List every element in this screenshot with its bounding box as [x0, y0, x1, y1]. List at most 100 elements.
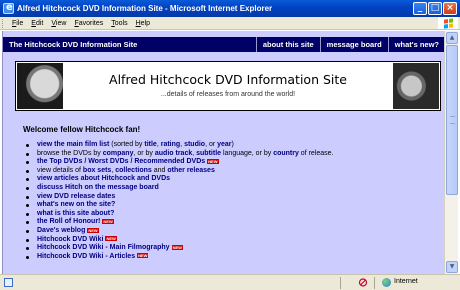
menu-bar: File Edit View Favorites Tools Help — [0, 17, 460, 30]
link-about-site[interactable]: what is this site about? — [37, 210, 114, 217]
list-item: what is this site about? — [23, 210, 443, 219]
site-name[interactable]: The Hitchcock DVD Information Site — [3, 40, 256, 49]
link-wiki-articles[interactable]: Hitchcock DVD Wiki - Articles — [37, 253, 135, 260]
link-other-releases[interactable]: other releases — [167, 167, 214, 174]
list-item: view articles about Hitchcock and DVDs — [23, 175, 443, 184]
link-country[interactable]: country — [273, 150, 299, 157]
link-articles[interactable]: view articles about Hitchcock and DVDs — [37, 175, 170, 182]
list-item: Hitchcock DVD Wiki - Main Filmography NEW — [23, 244, 443, 253]
menu-favorites[interactable]: Favorites — [70, 20, 107, 27]
banner-title: Alfred Hitchcock DVD Information Site — [109, 72, 347, 87]
bullet-icon — [26, 195, 29, 199]
bullet-icon — [26, 247, 29, 251]
text: ) — [231, 141, 234, 148]
list-item: Hitchcock DVD Wiki - Articles NEW — [23, 253, 443, 262]
scroll-up-icon[interactable]: ▲ — [446, 32, 458, 44]
link-sort-rating[interactable]: rating — [161, 141, 180, 148]
page-icon — [4, 278, 13, 287]
text: and — [151, 166, 168, 174]
link-message-board[interactable]: discuss Hitch on the message board — [37, 184, 159, 191]
list-item: Hitchcock DVD Wiki NEW — [23, 236, 443, 245]
link-sort-year[interactable]: year — [217, 141, 231, 148]
list-item: view details of box sets, collections an… — [23, 167, 443, 176]
bullet-icon — [26, 178, 29, 182]
site-banner: Alfred Hitchcock DVD Information Site ..… — [15, 61, 441, 111]
toolbar-grip[interactable] — [2, 18, 5, 28]
link-sort-title[interactable]: title — [144, 141, 156, 148]
new-badge: NEW — [171, 244, 183, 250]
nav-message-board[interactable]: message board — [319, 37, 388, 52]
security-zone-label: Internet — [394, 278, 418, 285]
list-item: the Top DVDs / Worst DVDs / Recommended … — [23, 158, 443, 167]
bullet-icon — [26, 212, 29, 216]
text: , or — [205, 141, 218, 148]
link-subtitle[interactable]: subtitle — [196, 150, 221, 157]
bullet-icon — [26, 152, 29, 156]
link-weblog[interactable]: Dave's weblog — [37, 227, 85, 234]
list-item: Dave's weblog NEW — [23, 227, 443, 236]
link-top-dvds[interactable]: the Top DVDs / Worst DVDs / Recommended … — [37, 158, 205, 165]
bullet-icon — [26, 144, 29, 147]
divider — [374, 277, 375, 289]
link-box-sets[interactable]: box sets — [83, 167, 111, 174]
scroll-down-icon[interactable]: ▼ — [446, 261, 458, 273]
status-bar: Internet — [0, 274, 460, 290]
text: language, or by — [221, 149, 274, 157]
list-item: view the main film list (sorted by title… — [23, 141, 443, 150]
list-item: view DVD release dates — [23, 193, 443, 202]
menu-edit[interactable]: Edit — [27, 20, 47, 27]
menu-file[interactable]: File — [8, 20, 27, 27]
menu-view[interactable]: View — [47, 20, 70, 27]
maximize-button[interactable]: □ — [428, 2, 442, 15]
close-button[interactable]: × — [443, 2, 457, 15]
minimize-button[interactable]: _ — [413, 2, 427, 15]
text: view details of — [37, 166, 83, 174]
link-main-film-list[interactable]: view the main film list — [37, 141, 109, 148]
bullet-icon — [26, 161, 29, 165]
text: of release. — [298, 149, 334, 157]
text: browse the DVDs by — [37, 149, 103, 157]
new-badge: NEW — [207, 158, 219, 164]
hitchcock-portrait-photo — [393, 63, 439, 109]
link-wiki[interactable]: Hitchcock DVD Wiki — [37, 236, 103, 243]
window-controls: _ □ × — [413, 2, 457, 15]
bullet-icon — [26, 238, 29, 242]
link-whats-new[interactable]: what's new on the site? — [37, 201, 115, 208]
scroll-thumb[interactable] — [446, 45, 458, 195]
page-viewport: The Hitchcock DVD Information Site about… — [2, 31, 444, 274]
list-item: what's new on the site? — [23, 201, 443, 210]
nav-about[interactable]: about this site — [255, 37, 320, 52]
welcome-heading: Welcome fellow Hitchcock fan! — [23, 125, 141, 134]
ie-icon — [3, 2, 14, 14]
menu-help[interactable]: Help — [132, 20, 154, 27]
link-sort-studio[interactable]: studio — [184, 141, 205, 148]
link-audio-track[interactable]: audio track — [155, 150, 192, 157]
bullet-icon — [26, 229, 29, 233]
bullet-icon — [26, 169, 29, 173]
window-title: Alfred Hitchcock DVD Information Site - … — [17, 4, 273, 13]
new-badge: NEW — [102, 219, 114, 224]
list-item: the Roll of Honour! NEW — [23, 218, 443, 227]
privacy-icon[interactable] — [358, 278, 368, 287]
main-links-list: view the main film list (sorted by title… — [23, 141, 443, 261]
menu-tools[interactable]: Tools — [107, 20, 131, 27]
text: (sorted by — [109, 141, 145, 148]
link-collections[interactable]: collections — [115, 167, 152, 174]
banner-subtitle: ...details of releases from around the w… — [160, 91, 296, 98]
link-release-dates[interactable]: view DVD release dates — [37, 193, 115, 200]
window-titlebar[interactable]: Alfred Hitchcock DVD Information Site - … — [0, 0, 460, 17]
internet-zone-icon — [382, 278, 391, 287]
divider — [340, 277, 341, 289]
bullet-icon — [26, 186, 29, 190]
windows-logo-icon — [438, 17, 458, 29]
link-company[interactable]: company — [103, 150, 134, 157]
vertical-scrollbar[interactable]: ▲ ▼ — [444, 31, 458, 274]
bullet-icon — [26, 204, 29, 208]
nav-whats-new[interactable]: what's new? — [387, 37, 444, 52]
new-badge: NEW — [87, 227, 99, 233]
bullet-icon — [26, 255, 29, 259]
list-item: discuss Hitch on the message board — [23, 184, 443, 193]
link-roll-of-honour[interactable]: the Roll of Honour! — [37, 218, 100, 225]
link-wiki-filmography[interactable]: Hitchcock DVD Wiki - Main Filmography — [37, 244, 170, 251]
bullet-icon — [26, 221, 29, 225]
